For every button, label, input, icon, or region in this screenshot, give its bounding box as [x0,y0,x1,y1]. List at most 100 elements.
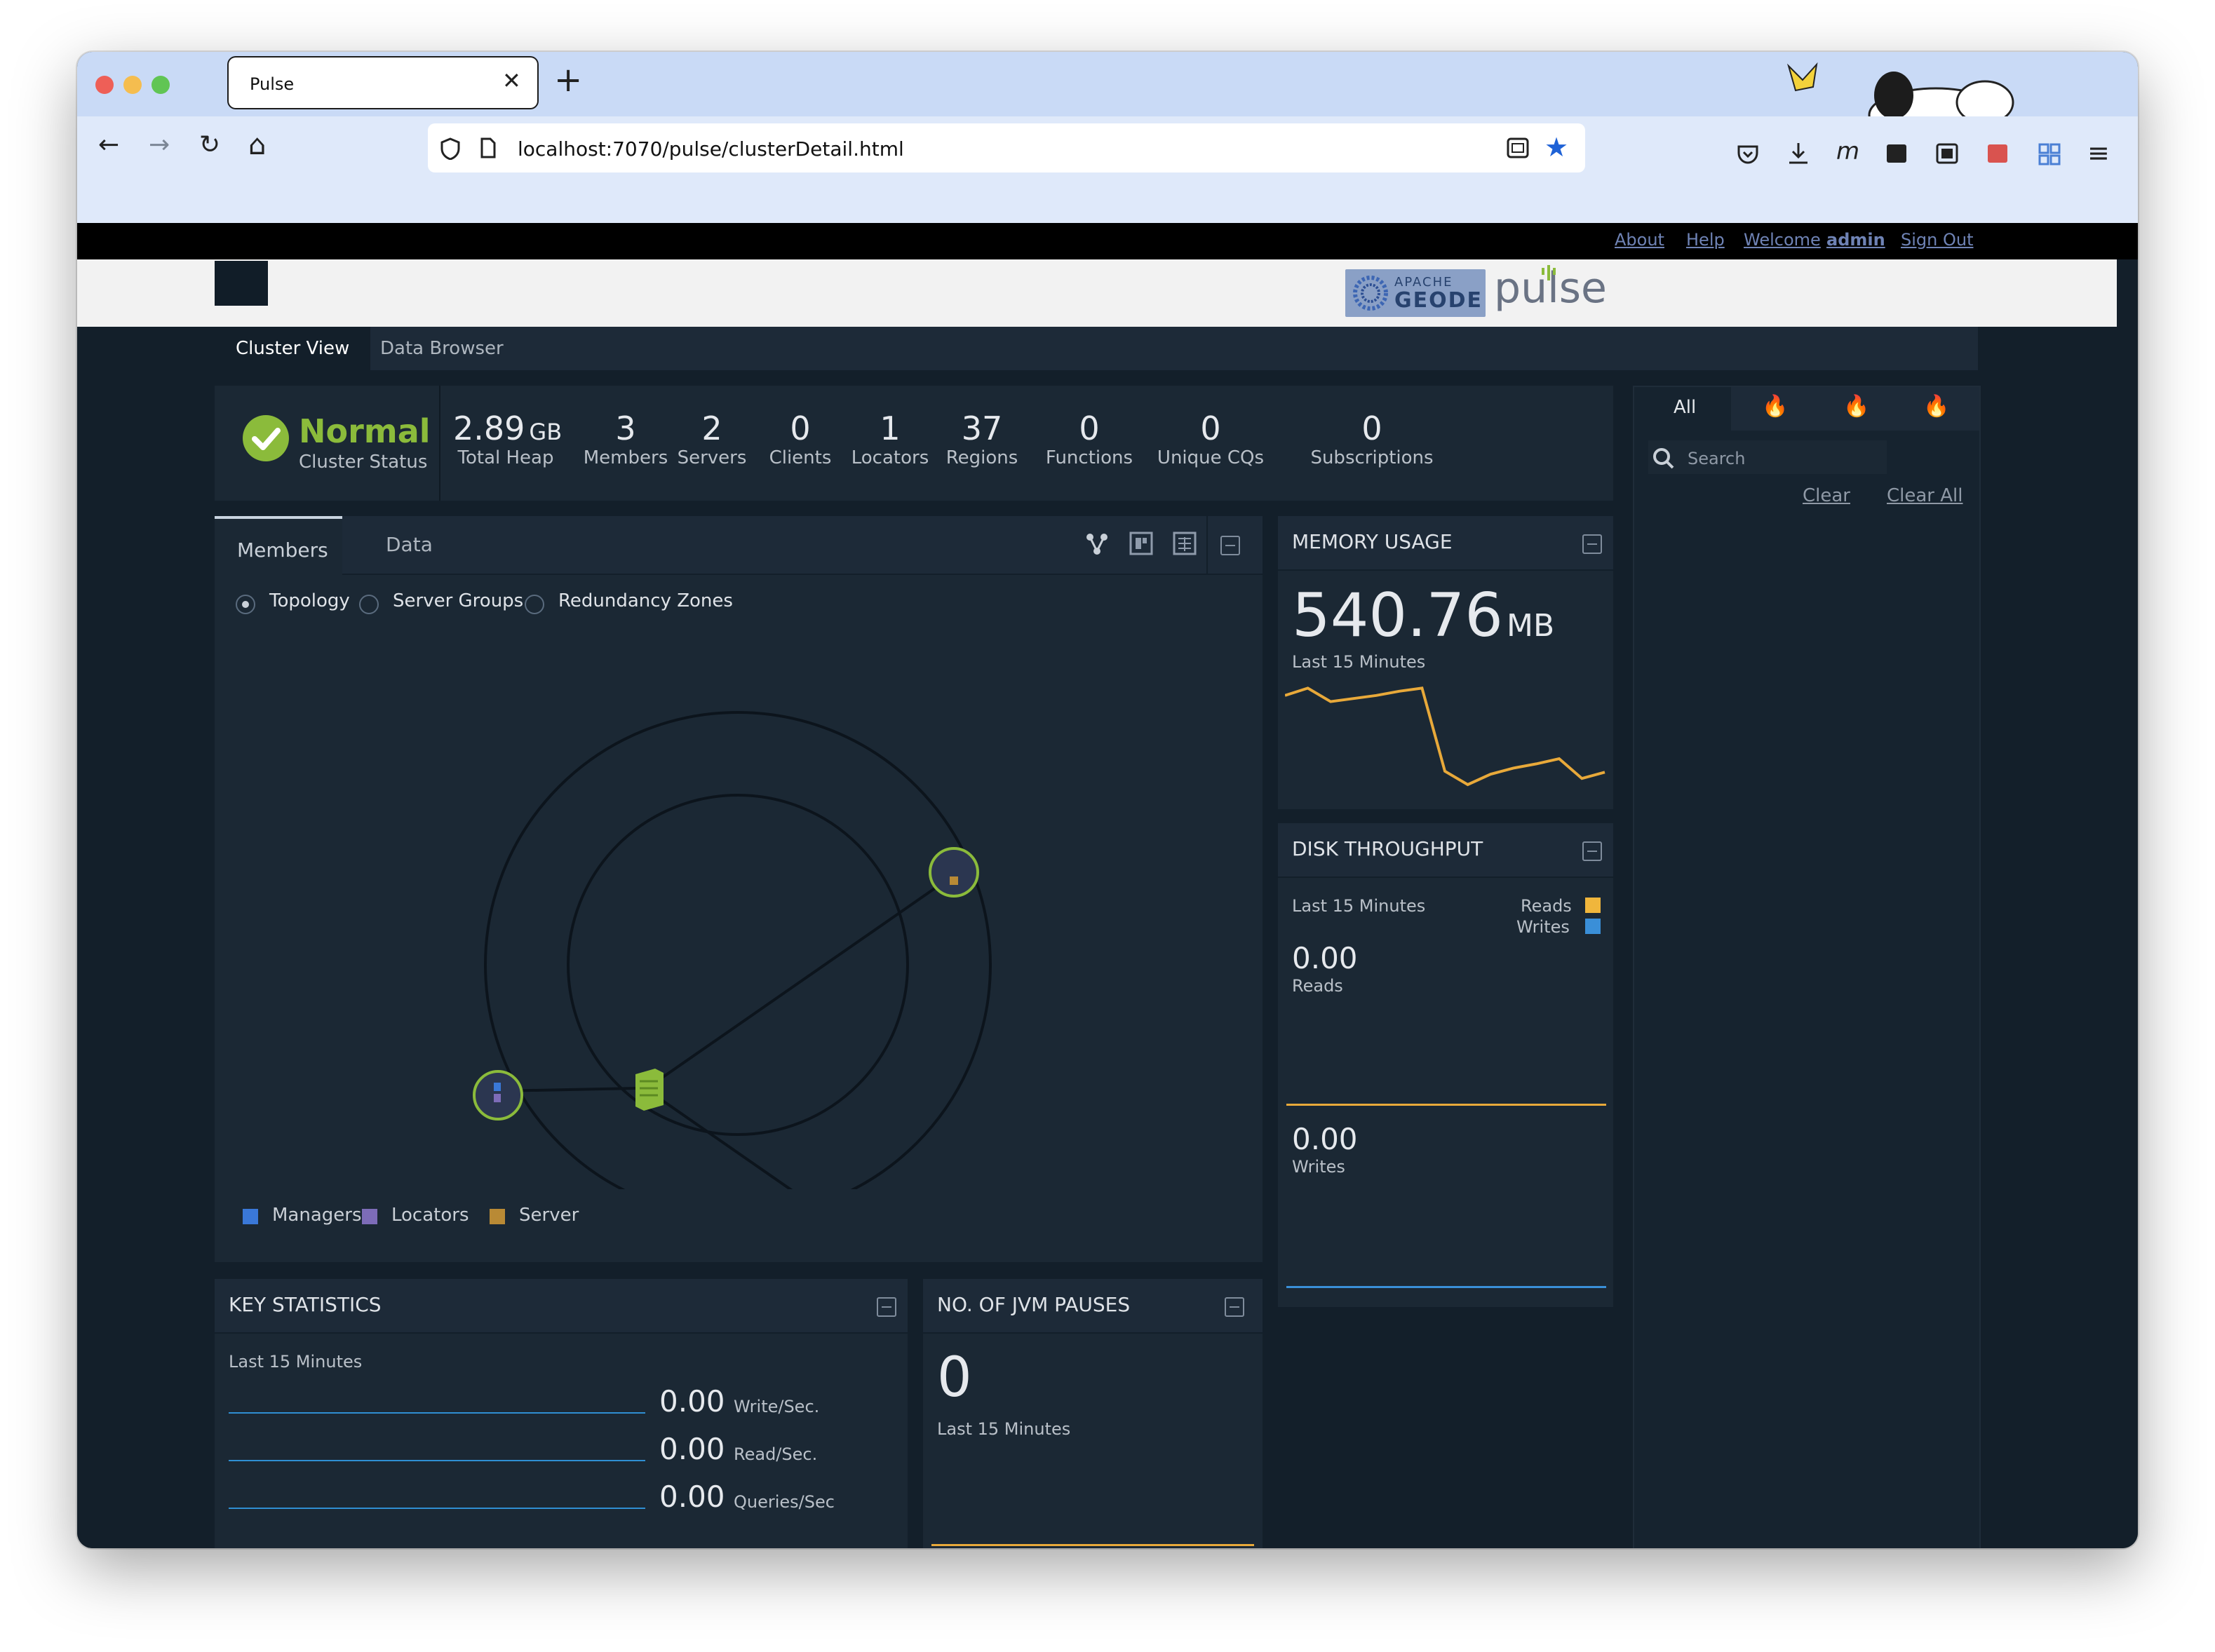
radio-redundancy-zones[interactable] [525,595,544,614]
disk-legend-reads-swatch [1585,898,1601,913]
minimize-memory-panel-button[interactable] [1582,534,1602,554]
alerts-clear-all-top[interactable]: Clear All [1887,485,1963,506]
members-panel-header: Members Data [215,516,1263,576]
extension-m-icon[interactable]: m [1836,137,1859,165]
minimize-jvm-pauses-button[interactable] [1225,1297,1244,1317]
address-bar[interactable]: localhost:7070/pulse/clusterDetail.html … [428,123,1585,172]
memory-usage-header: MEMORY USAGE [1278,516,1613,571]
grid-view-icon[interactable] [1173,532,1197,555]
grid-extension-icon[interactable] [2038,143,2061,165]
menu-icon[interactable]: ≡ [2087,137,2110,168]
page-icon [480,137,496,158]
alerts-clear-top[interactable]: Clear [1803,485,1850,506]
tab-data-browser[interactable]: Data Browser [359,327,525,370]
back-arrow-icon[interactable]: ← [98,130,119,159]
status-check-icon [243,415,289,461]
summary-item: 37 Regions [940,409,1024,468]
jvm-pauses-panel: NO. OF JVM PAUSES 0 Last 15 Minutes [923,1279,1263,1548]
key-stat-label: Write/Sec. [734,1397,820,1416]
fullscreen-icon[interactable] [1986,143,2009,164]
jvm-pauses-sparkline [931,1544,1254,1546]
alerts-tab-severe[interactable]: 🔥 [1732,387,1812,431]
tree-map-view-icon[interactable] [1129,532,1153,555]
legend-label: Server [519,1205,579,1226]
jvm-pauses-period: Last 15 Minutes [937,1419,1071,1439]
screenshot-icon[interactable] [1936,143,1958,164]
link-bottom-server [649,1091,793,1189]
radio-server-groups[interactable] [359,595,379,614]
tab-members[interactable]: Members [215,516,342,576]
apache-geode-logo: APACHE GEODE [1345,269,1486,317]
key-stat-label: Queries/Sec [734,1492,835,1512]
forward-arrow-icon[interactable]: → [149,130,170,159]
jvm-pauses-title: NO. OF JVM PAUSES [937,1293,1131,1316]
new-tab-button[interactable]: + [554,60,582,100]
cluster-status-label: Cluster Status [299,452,428,473]
alerts-clear-all-bottom[interactable]: Clear All [1887,1547,1963,1548]
minimize-disk-panel-button[interactable] [1582,841,1602,861]
minimize-key-statistics-button[interactable] [877,1297,896,1317]
members-panel: Members Data Topology Server Groups Redu… [215,516,1263,1262]
tab-data[interactable]: Data [342,516,469,574]
tab-cluster-view[interactable]: Cluster View [215,327,371,370]
summary-item: 0 Subscriptions [1302,409,1442,468]
summary-unit: GB [529,419,563,445]
cluster-node[interactable] [635,1069,664,1111]
memory-usage-unit: MB [1507,608,1555,644]
legend-label: Managers [272,1205,362,1226]
brand-header: APACHE GEODE pulse [77,259,2117,327]
disk-legend-writes-swatch [1585,919,1601,934]
radio-topology[interactable] [236,595,255,614]
minimize-members-panel-button[interactable] [1220,536,1240,555]
disk-writes-sparkline [1286,1286,1606,1288]
alerts-search-input[interactable]: Search [1648,440,1887,474]
inner-orbit [567,794,909,1136]
reload-icon[interactable]: ↻ [199,130,220,159]
sign-out-link[interactable]: Sign Out [1901,230,1974,250]
browser-window: Pulse ✕ + ← → ↻ ⌂ localhost:7070/pulse/c… [77,52,2138,1548]
close-window-button[interactable] [95,76,114,94]
search-icon [1653,448,1674,469]
top-link-bar: About Help Welcome admin Sign Out [77,223,2138,259]
disk-writes-value: 0.00 [1292,1122,1358,1156]
legend-swatch [362,1209,377,1224]
zoom-window-button[interactable] [152,76,170,94]
help-link[interactable]: Help [1686,230,1725,250]
download-icon[interactable] [1787,142,1810,165]
browser-tab-title: Pulse [250,74,295,94]
cluster-summary-bar: Normal Cluster Status 2.89 GB Total Heap 3 M… [215,386,1613,501]
tab-data-label: Data [386,533,433,556]
link-top-server [649,874,955,1087]
alerts-tab-all[interactable]: All [1634,387,1731,431]
summary-number: 2 [701,409,722,447]
key-statistics-header: KEY STATISTICS [215,1279,908,1334]
reader-view-icon[interactable] [1507,137,1529,158]
pocket-icon[interactable] [1737,143,1759,165]
server-node-top[interactable] [929,847,979,898]
extension-screen-icon[interactable] [1885,143,1908,164]
topology-view-icon[interactable] [1084,532,1110,557]
browser-toolbar: ← → ↻ ⌂ localhost:7070/pulse/clusterDeta… [77,116,2138,224]
alerts-clear-bottom[interactable]: Clear [1803,1547,1850,1548]
locator-manager-node[interactable] [473,1070,523,1120]
key-stat-label: Read/Sec. [734,1444,818,1464]
home-icon[interactable]: ⌂ [248,129,266,161]
summary-number: 37 [961,409,1003,447]
minimize-window-button[interactable] [123,76,142,94]
error-flame-icon: 🔥 [1843,394,1870,419]
browser-tab-bar: Pulse ✕ + [77,52,2138,157]
key-statistics-panel: KEY STATISTICS Last 15 Minutes 0.00 Write… [215,1279,908,1548]
disk-reads-sparkline [1286,1104,1606,1106]
browser-tab[interactable]: Pulse ✕ [229,57,537,108]
alerts-tab-warning[interactable]: 🔥 [1895,387,1978,431]
bookmark-star-icon[interactable]: ★ [1544,132,1568,163]
outer-orbit [484,711,992,1189]
summary-number: 0 [1361,409,1382,447]
memory-usage-sparkline [1285,686,1605,787]
members-legend: Managers Locators Server [243,1203,804,1231]
alerts-tab-error[interactable]: 🔥 [1814,387,1894,431]
about-link[interactable]: About [1615,230,1664,250]
summary-item: 1 Locators [844,409,936,468]
alerts-tab-all-label: All [1674,397,1697,418]
close-icon[interactable]: ✕ [502,67,521,94]
